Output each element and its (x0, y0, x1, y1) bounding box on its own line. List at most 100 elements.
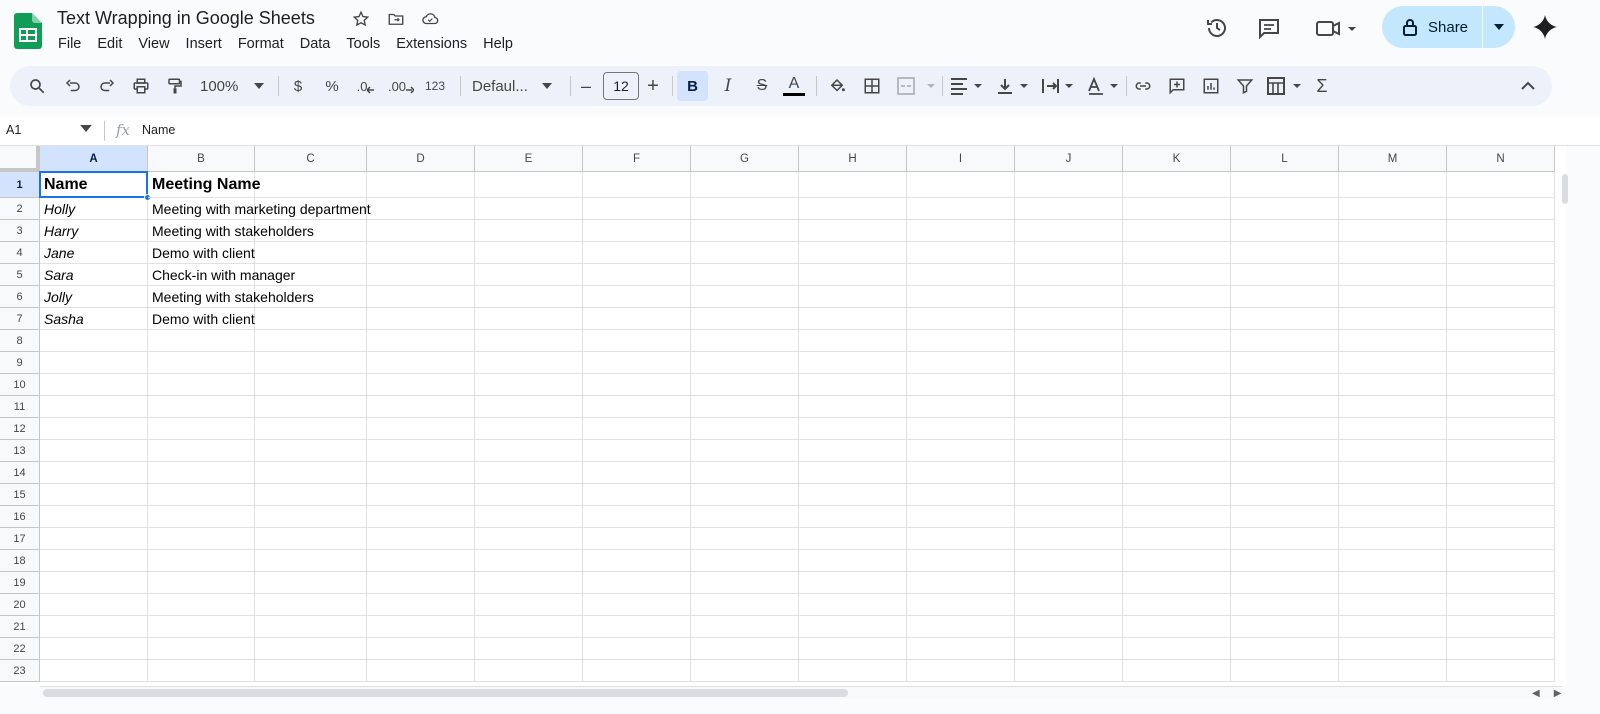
cell-h7[interactable] (799, 308, 907, 330)
cell-j3[interactable] (1015, 220, 1123, 242)
row-header-8[interactable]: 8 (0, 330, 40, 352)
cell-l14[interactable] (1231, 462, 1339, 484)
cell-k6[interactable] (1123, 286, 1231, 308)
cell-g18[interactable] (691, 550, 799, 572)
cell-m21[interactable] (1339, 616, 1447, 638)
cell-l18[interactable] (1231, 550, 1339, 572)
cell-a3[interactable]: Harry (40, 220, 148, 242)
cell-n9[interactable] (1447, 352, 1555, 374)
cell-k3[interactable] (1123, 220, 1231, 242)
cell-l17[interactable] (1231, 528, 1339, 550)
column-header-m[interactable]: M (1339, 146, 1447, 172)
borders-icon[interactable] (859, 71, 885, 101)
cell-f19[interactable] (583, 572, 691, 594)
cell-a12[interactable] (40, 418, 148, 440)
spreadsheet-grid[interactable]: A B C D E F G H I J K L M N 1 Name Meeting Name 2 Holly Mee… (0, 146, 1566, 686)
cell-f13[interactable] (583, 440, 691, 462)
cell-f2[interactable] (583, 198, 691, 220)
column-header-h[interactable]: H (799, 146, 907, 172)
cell-k20[interactable] (1123, 594, 1231, 616)
cell-m4[interactable] (1339, 242, 1447, 264)
menu-edit[interactable]: Edit (89, 34, 130, 54)
cell-c10[interactable] (255, 374, 367, 396)
cell-h10[interactable] (799, 374, 907, 396)
cell-j4[interactable] (1015, 242, 1123, 264)
row-header-3[interactable]: 3 (0, 220, 40, 242)
cell-i4[interactable] (907, 242, 1015, 264)
cell-c19[interactable] (255, 572, 367, 594)
cell-m9[interactable] (1339, 352, 1447, 374)
cell-k17[interactable] (1123, 528, 1231, 550)
cell-a16[interactable] (40, 506, 148, 528)
cell-l11[interactable] (1231, 396, 1339, 418)
cell-e13[interactable] (475, 440, 583, 462)
filter-views-icon[interactable] (1265, 71, 1305, 101)
cell-k22[interactable] (1123, 638, 1231, 660)
cell-g23[interactable] (691, 660, 799, 682)
cell-l6[interactable] (1231, 286, 1339, 308)
percent-format-button[interactable]: % (321, 71, 343, 101)
cloud-saved-icon[interactable] (420, 9, 440, 29)
cell-d23[interactable] (367, 660, 475, 682)
cell-h9[interactable] (799, 352, 907, 374)
cell-k12[interactable] (1123, 418, 1231, 440)
row-header-7[interactable]: 7 (0, 308, 40, 330)
font-family-select[interactable]: Defaul... (470, 71, 558, 101)
cell-g13[interactable] (691, 440, 799, 462)
cell-g8[interactable] (691, 330, 799, 352)
cell-c7[interactable] (255, 308, 367, 330)
cell-c14[interactable] (255, 462, 367, 484)
currency-format-button[interactable]: $ (287, 71, 309, 101)
cell-h6[interactable] (799, 286, 907, 308)
text-color-button[interactable]: A (780, 71, 808, 101)
row-header-22[interactable]: 22 (0, 638, 40, 660)
cell-g7[interactable] (691, 308, 799, 330)
cell-n7[interactable] (1447, 308, 1555, 330)
cell-h3[interactable] (799, 220, 907, 242)
cell-a14[interactable] (40, 462, 148, 484)
cell-f17[interactable] (583, 528, 691, 550)
cell-f11[interactable] (583, 396, 691, 418)
cell-f16[interactable] (583, 506, 691, 528)
cell-f9[interactable] (583, 352, 691, 374)
cell-d13[interactable] (367, 440, 475, 462)
cell-b18[interactable] (148, 550, 255, 572)
cell-e21[interactable] (475, 616, 583, 638)
cell-i13[interactable] (907, 440, 1015, 462)
cell-j8[interactable] (1015, 330, 1123, 352)
cell-b12[interactable] (148, 418, 255, 440)
cell-j21[interactable] (1015, 616, 1123, 638)
cell-d2[interactable] (367, 198, 475, 220)
cell-f5[interactable] (583, 264, 691, 286)
cell-c20[interactable] (255, 594, 367, 616)
cell-b14[interactable] (148, 462, 255, 484)
row-header-19[interactable]: 19 (0, 572, 40, 594)
cell-h5[interactable] (799, 264, 907, 286)
cell-e4[interactable] (475, 242, 583, 264)
cell-f22[interactable] (583, 638, 691, 660)
undo-icon[interactable] (60, 71, 86, 101)
cell-h15[interactable] (799, 484, 907, 506)
cell-g9[interactable] (691, 352, 799, 374)
cell-i18[interactable] (907, 550, 1015, 572)
cell-e23[interactable] (475, 660, 583, 682)
cell-j14[interactable] (1015, 462, 1123, 484)
cell-a11[interactable] (40, 396, 148, 418)
cell-n8[interactable] (1447, 330, 1555, 352)
cell-h2[interactable] (799, 198, 907, 220)
cell-l2[interactable] (1231, 198, 1339, 220)
cell-d10[interactable] (367, 374, 475, 396)
cell-g12[interactable] (691, 418, 799, 440)
cell-g4[interactable] (691, 242, 799, 264)
cell-i22[interactable] (907, 638, 1015, 660)
cell-b3[interactable]: Meeting with stakeholders (148, 220, 314, 242)
cell-a15[interactable] (40, 484, 148, 506)
cell-k11[interactable] (1123, 396, 1231, 418)
cell-b20[interactable] (148, 594, 255, 616)
cell-f4[interactable] (583, 242, 691, 264)
cell-l21[interactable] (1231, 616, 1339, 638)
menu-data[interactable]: Data (292, 34, 339, 54)
cell-b11[interactable] (148, 396, 255, 418)
cell-g20[interactable] (691, 594, 799, 616)
text-wrap-icon[interactable] (1039, 71, 1077, 101)
